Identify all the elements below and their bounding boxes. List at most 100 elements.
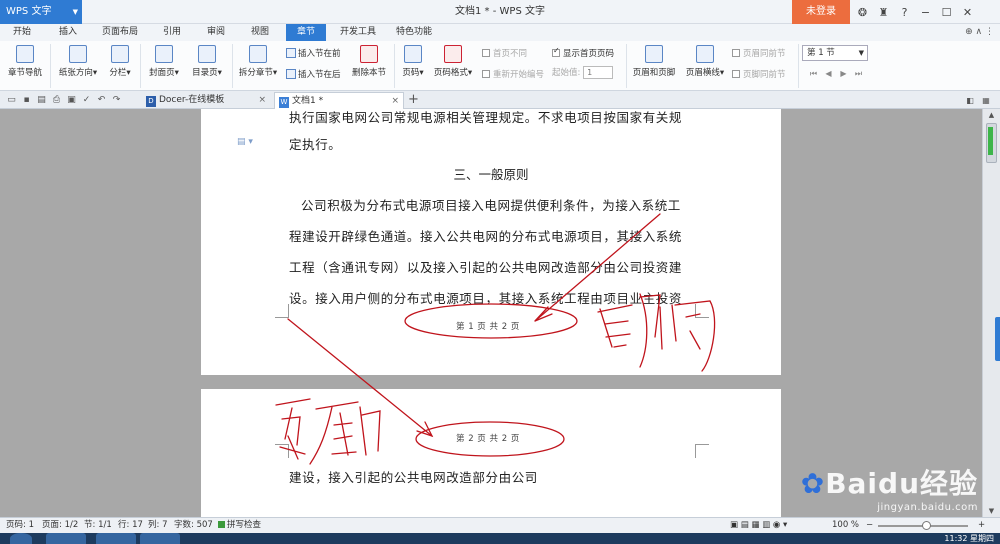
header-same-prev-icon (732, 49, 740, 57)
zoom-out-icon[interactable]: − (866, 518, 873, 533)
watermark-brand: ✿Baidu经验 (800, 467, 978, 500)
start-value-input[interactable]: 1 (583, 66, 614, 79)
close-icon[interactable]: ✕ (957, 6, 978, 19)
document-page-2[interactable]: 第 2 页 共 2 页 建设，接入引起的公共电网改造部分由公司 (201, 389, 781, 517)
vertical-scrollbar[interactable]: ▲ ▼ (982, 109, 1000, 517)
start-button[interactable] (10, 533, 32, 544)
paper-orientation-button[interactable]: 纸张方向▾ (54, 45, 102, 78)
margin-corner-mark (275, 304, 289, 318)
orientation-icon (69, 45, 87, 63)
maximize-icon[interactable]: ☐ (936, 6, 957, 19)
insert-after-button[interactable]: 插入节在后 (286, 68, 341, 80)
open-folder-icon[interactable]: ▭ (4, 95, 19, 105)
scroll-down-icon[interactable]: ▼ (983, 507, 1000, 515)
restart-numbering-checkbox[interactable]: 重新开始编号 (482, 68, 544, 80)
page-number-button[interactable]: 页码▾ (398, 45, 428, 78)
export-pdf-icon[interactable]: ▤ (34, 95, 49, 105)
paragraph-options-icon[interactable]: ▤ ▾ (237, 137, 253, 147)
header-same-as-previous-button[interactable]: 页眉同前节 (732, 47, 786, 59)
body-line: 定执行。 (289, 137, 342, 152)
document-page-1[interactable]: 执行国家电网公司常规电源相关管理规定。不求电项目按国家有关规 定执行。 三、一般… (201, 109, 781, 375)
header-same-prev-label: 页眉同前节 (743, 49, 786, 59)
tab-insert[interactable]: 插入 (52, 24, 84, 41)
close-icon[interactable]: × (391, 93, 399, 109)
last-section-icon[interactable]: ⏭ (851, 69, 866, 79)
zoom-slider-thumb[interactable] (922, 521, 931, 530)
doc-tab-document1[interactable]: W 文档1 * × (274, 92, 404, 109)
page-number-format-button[interactable]: 页码格式▾ (430, 45, 476, 78)
first-page-diff-label: 首页不同 (493, 49, 528, 59)
header-line-button[interactable]: 页眉横线▾ (682, 45, 728, 78)
toc-label: 目录页 (192, 68, 218, 78)
undo-icon[interactable]: ↶ (94, 95, 109, 105)
chapter-nav-button[interactable]: 章节导航 (4, 45, 46, 78)
columns-button[interactable]: 分栏▾ (104, 45, 136, 78)
section-select[interactable]: 第 1 节 ▼ (802, 45, 868, 61)
status-row: 行: 17 (118, 520, 143, 530)
insert-before-button[interactable]: 插入节在前 (286, 47, 341, 59)
prev-section-icon[interactable]: ◀ (821, 69, 836, 79)
taskbar-app-browser[interactable] (46, 533, 86, 544)
columns-icon (111, 45, 129, 63)
doc-tab-docer[interactable]: D Docer-在线模板 × (142, 92, 270, 109)
tab-references[interactable]: 引用 (156, 24, 188, 41)
view-mode-icons[interactable]: ▣ ▤ ▦ ▥ ◉ ▾ (730, 518, 787, 533)
section-select-value: 第 1 节 (807, 48, 835, 58)
tab-menu-icon[interactable]: ▦ (978, 96, 994, 105)
tab-layout[interactable]: 页面布局 (96, 24, 144, 41)
close-icon[interactable]: × (258, 92, 266, 108)
page-number-label: 页码 (402, 68, 420, 78)
tab-start[interactable]: 开始 (6, 24, 38, 41)
zoom-in-icon[interactable]: + (978, 518, 985, 533)
status-pages: 页面: 1/2 (42, 520, 79, 530)
side-panel-tab[interactable] (995, 317, 1000, 361)
tab-review[interactable]: 审阅 (200, 24, 232, 41)
spellcheck-status[interactable]: 拼写检查 (218, 518, 261, 533)
chevron-down-icon: ▼ (858, 49, 864, 57)
new-tab-icon[interactable]: + (408, 92, 419, 108)
tab-chapter[interactable]: 章节 (286, 24, 326, 41)
login-button[interactable]: 未登录 (792, 0, 850, 24)
toc-page-button[interactable]: 目录页▾ (186, 45, 228, 78)
save-icon[interactable]: ▪ (19, 95, 34, 105)
print-icon[interactable]: ⎙ (49, 95, 64, 105)
taskbar-app-other[interactable] (140, 533, 180, 544)
split-label: 拆分章节 (238, 68, 273, 78)
header-line-icon (696, 45, 714, 63)
cover-page-button[interactable]: 封面页▾ (144, 45, 184, 78)
delete-section-button[interactable]: 删除本节 (350, 45, 388, 78)
taskbar-app-wps[interactable] (96, 533, 136, 544)
help-icon[interactable]: ? (894, 6, 915, 19)
page-footer[interactable]: 第 1 页 共 2 页 (456, 320, 520, 332)
zoom-level[interactable]: 100 % (832, 518, 859, 533)
tab-list-icon[interactable]: ◧ (962, 96, 978, 105)
skin-icon[interactable]: ❂ (852, 6, 873, 19)
body-line: 执行国家电网公司常规电源相关管理规定。不求电项目按国家有关规 (289, 110, 683, 125)
section-nav: ⏮ ◀ ▶ ⏭ (806, 69, 866, 79)
tab-developer[interactable]: 开发工具 (334, 24, 382, 41)
redo-icon[interactable]: ↷ (109, 95, 124, 105)
page-header[interactable]: 第 2 页 共 2 页 (456, 432, 520, 444)
next-section-icon[interactable]: ▶ (836, 69, 851, 79)
header-footer-button[interactable]: 页眉和页脚 (630, 45, 678, 78)
doc-tab-label: 文档1 * (292, 96, 324, 106)
document-workspace[interactable]: 执行国家电网公司常规电源相关管理规定。不求电项目按国家有关规 定执行。 三、一般… (0, 109, 982, 517)
watermark-url: jingyan.baidu.com (877, 502, 978, 513)
baidu-watermark: ✿Baidu经验 jingyan.baidu.com (801, 462, 978, 513)
first-section-icon[interactable]: ⏮ (806, 69, 821, 79)
spellcheck-icon[interactable]: ✓ (79, 95, 94, 105)
scroll-up-icon[interactable]: ▲ (983, 111, 1000, 119)
footer-same-as-previous-button[interactable]: 页脚同前节 (732, 68, 786, 80)
footer-same-prev-icon (732, 70, 740, 78)
ribbon-collapse-icon[interactable]: ⊕ ∧ ⋮ (965, 24, 994, 41)
split-icon (249, 45, 267, 63)
checkbox-checked-icon (552, 46, 560, 57)
first-page-different-checkbox[interactable]: 首页不同 (482, 47, 527, 59)
print-preview-icon[interactable]: ▣ (64, 95, 79, 105)
show-first-page-number-checkbox[interactable]: 显示首页页码 (552, 46, 614, 59)
shirt-icon[interactable]: ♜ (873, 6, 894, 19)
tab-view[interactable]: 视图 (244, 24, 276, 41)
split-chapter-button[interactable]: 拆分章节▾ (236, 45, 280, 78)
minimize-icon[interactable]: − (915, 6, 936, 19)
tab-features[interactable]: 特色功能 (390, 24, 438, 41)
